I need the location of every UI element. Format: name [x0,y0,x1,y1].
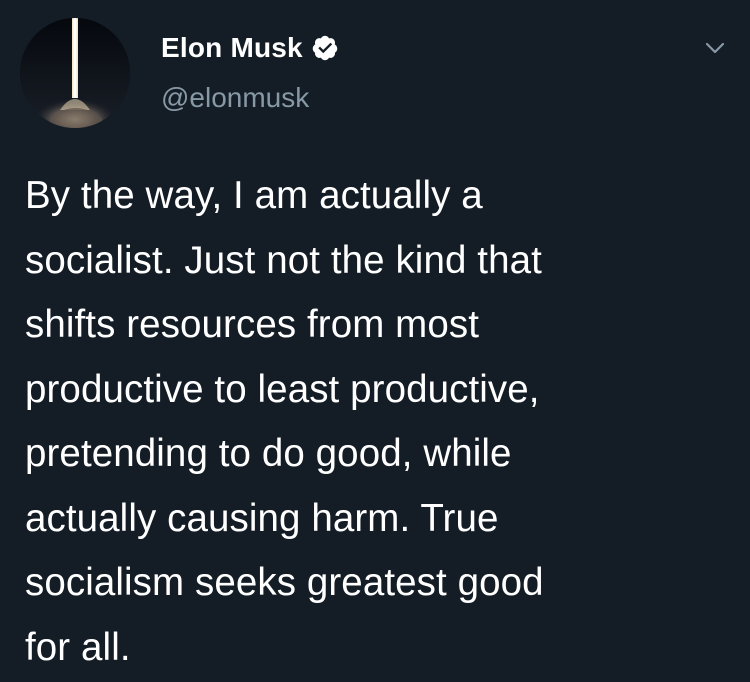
avatar[interactable] [20,18,130,128]
author-display-name[interactable]: Elon Musk [161,32,303,64]
author-handle[interactable]: @elonmusk [161,82,309,114]
author-row: Elon Musk [161,28,339,68]
chevron-down-icon[interactable] [703,36,727,60]
tweet-text: By the way, I am actually a socialist. J… [25,174,544,669]
tweet-card: Elon Musk @elonmusk By the way, I am act… [0,0,750,682]
rocket-launch-avatar-icon [20,18,130,128]
verified-badge-icon [312,35,338,61]
